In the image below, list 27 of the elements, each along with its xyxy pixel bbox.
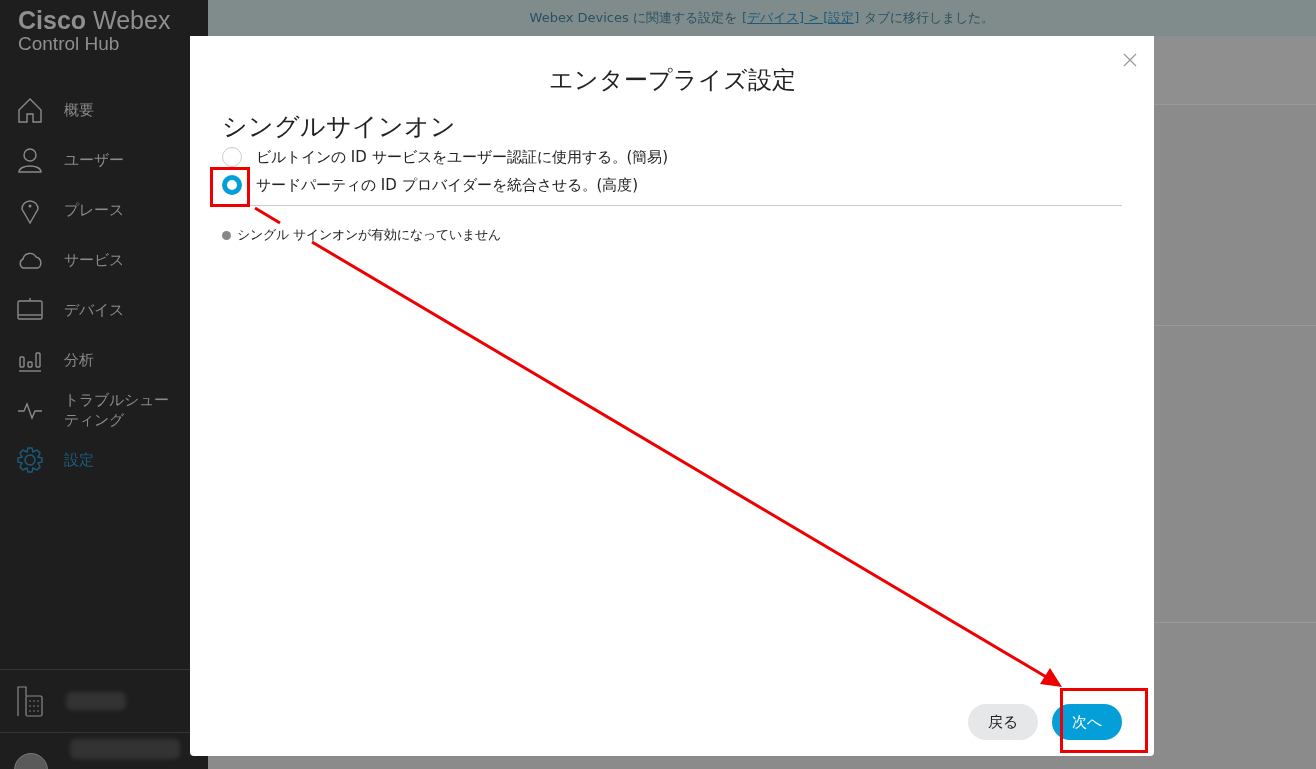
nav-item[interactable]: 分析 bbox=[0, 335, 208, 385]
brand-name: Cisco Webex bbox=[18, 6, 172, 35]
banner-text: タブに移行しました。 bbox=[864, 9, 995, 27]
close-icon[interactable] bbox=[1122, 52, 1138, 68]
nav-item[interactable]: ユーザー bbox=[0, 135, 208, 185]
nav-item[interactable]: プレース bbox=[0, 185, 208, 235]
back-button[interactable]: 戻る bbox=[968, 704, 1038, 740]
radio-option[interactable]: サードパーティの ID プロバイダーを統合させる。(高度) bbox=[222, 175, 1122, 195]
section-heading: シングルサインオン bbox=[222, 111, 457, 143]
settings-icon bbox=[16, 446, 44, 474]
dialog-title: エンタープライズ設定 bbox=[547, 65, 797, 96]
nav-item[interactable]: デバイス bbox=[0, 285, 208, 335]
building-icon bbox=[16, 684, 44, 718]
status-text: シングル サインオンが有効になっていません bbox=[237, 226, 502, 244]
highlight-frame bbox=[210, 167, 250, 207]
home-icon bbox=[16, 96, 44, 124]
nav-item[interactable]: トラブルシューティング bbox=[0, 385, 208, 435]
product-name: Control Hub bbox=[18, 33, 121, 55]
status-dot bbox=[222, 230, 231, 240]
nav-item[interactable]: 概要 bbox=[0, 85, 208, 135]
radio-option[interactable]: ビルトインの ID サービスをユーザー認証に使用する。(簡易) bbox=[222, 147, 1122, 167]
user-icon bbox=[16, 146, 44, 174]
nav-item[interactable]: サービス bbox=[0, 235, 208, 285]
next-button[interactable]: 次へ bbox=[1052, 704, 1122, 740]
banner-text: Webex Devices に関連する設定を bbox=[529, 9, 737, 27]
radio-button[interactable] bbox=[222, 175, 242, 195]
radio-button[interactable] bbox=[222, 147, 242, 167]
